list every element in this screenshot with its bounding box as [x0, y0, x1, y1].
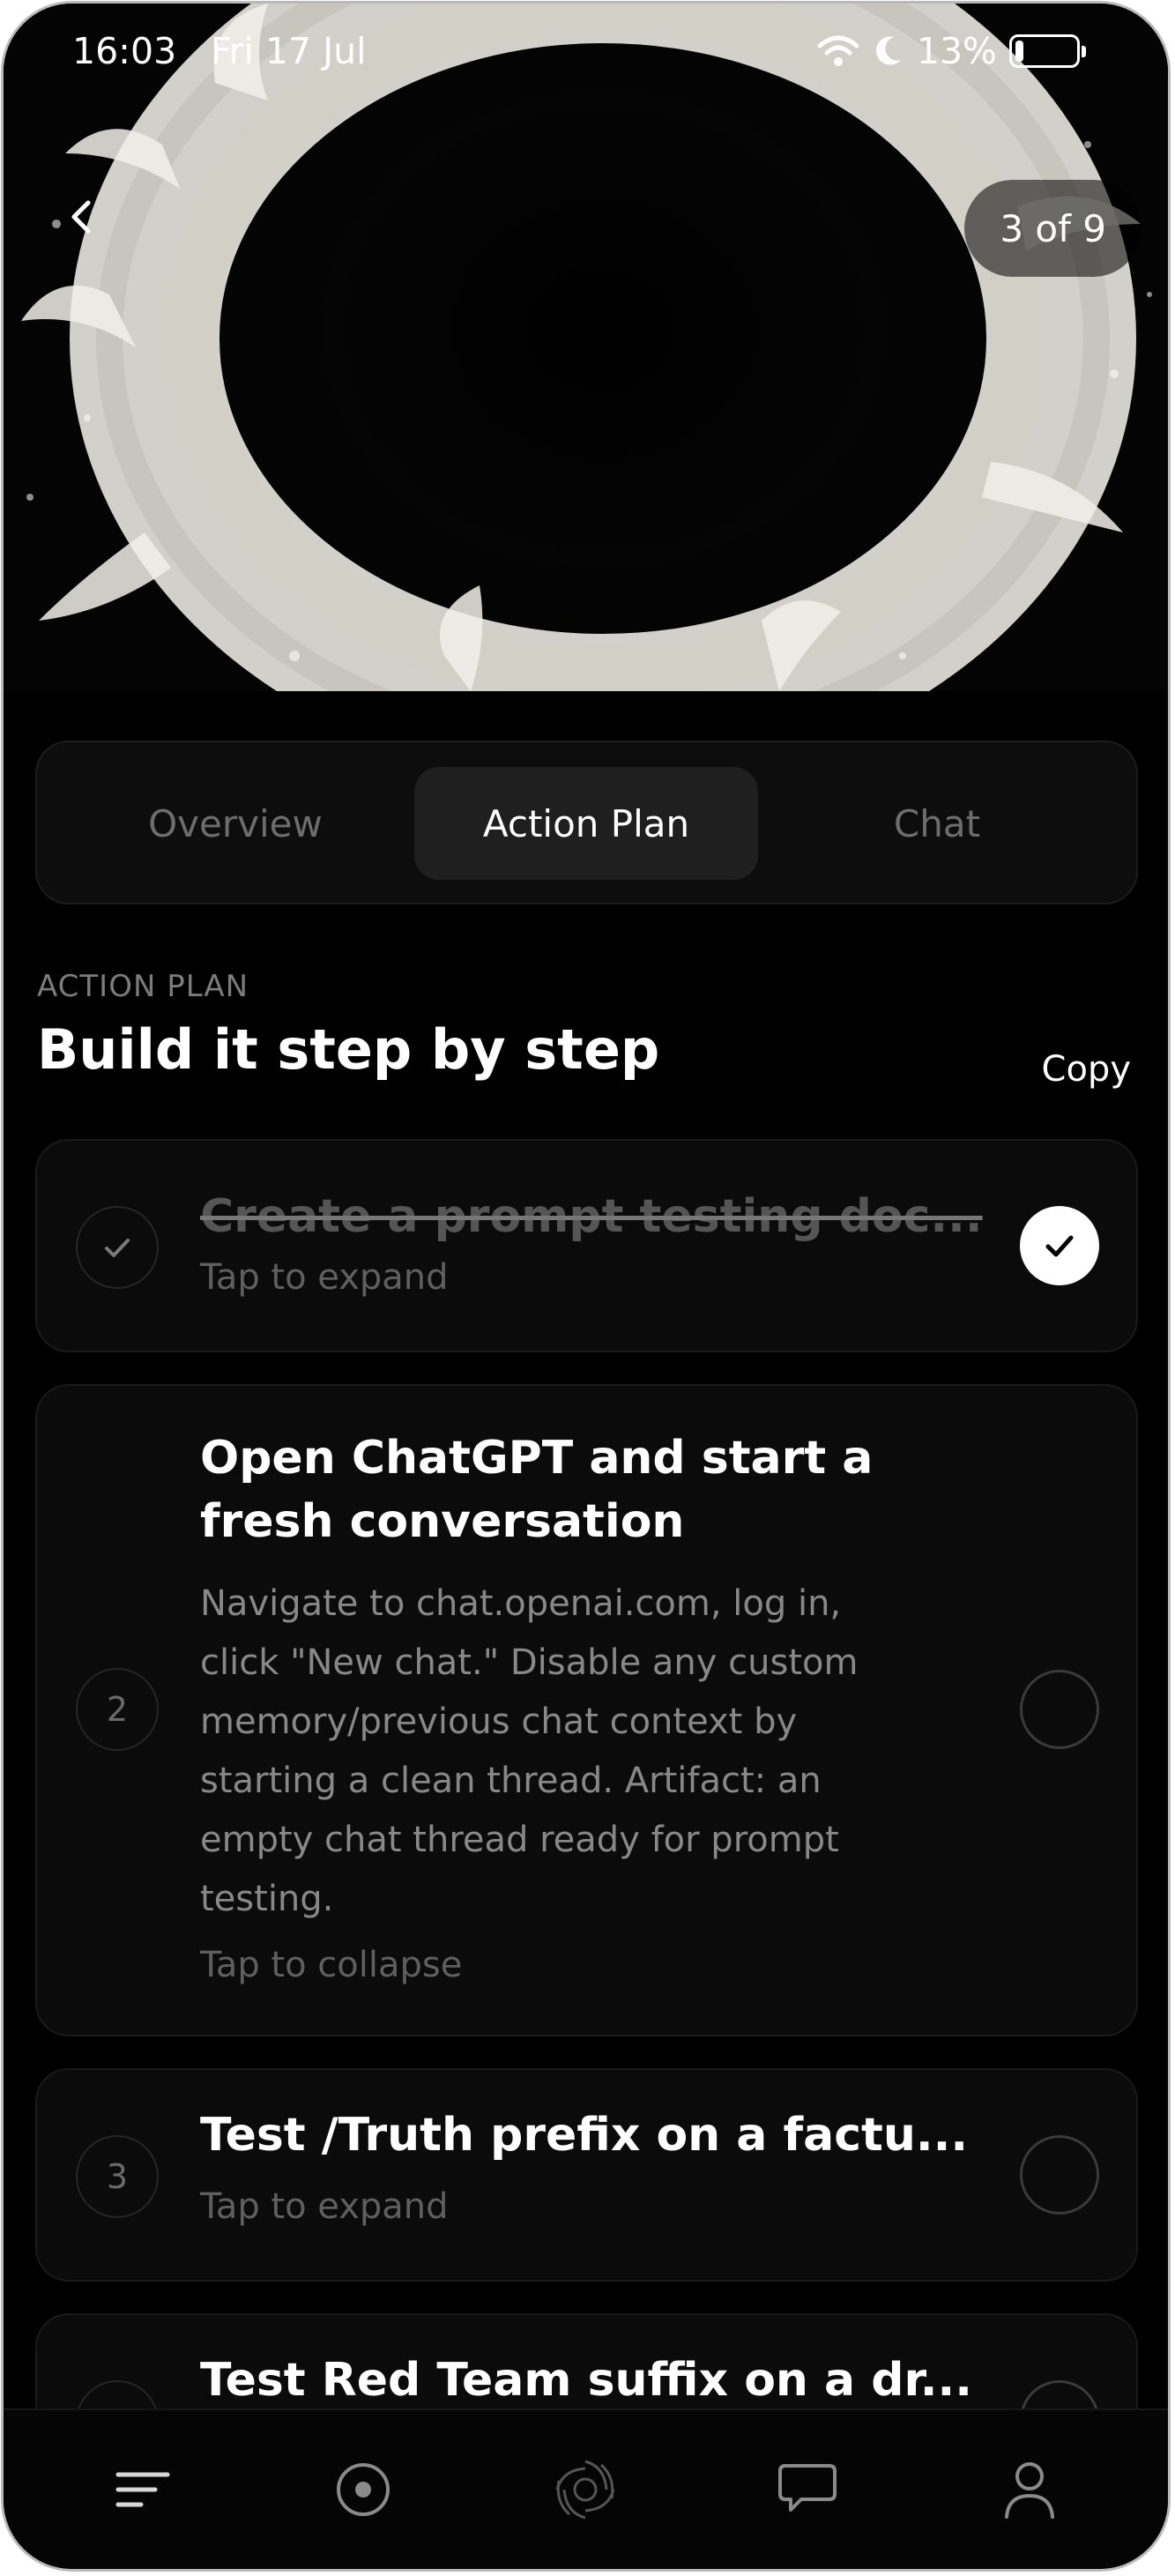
chevron-left-icon: [71, 200, 91, 234]
battery-icon: [1009, 34, 1086, 68]
back-button[interactable]: [63, 197, 102, 236]
section-title: Build it step by step: [37, 1017, 660, 1082]
battery-percent: 13%: [916, 30, 997, 72]
step-title-line-1: Open ChatGPT and start a: [200, 1432, 874, 1485]
step-number-badge: 2: [76, 1668, 159, 1751]
step-card-3[interactable]: 3 Test /Truth prefix on a factu... Tap t…: [35, 2068, 1138, 2282]
step-complete-toggle[interactable]: [1020, 1206, 1099, 1285]
nav-chat[interactable]: [772, 2454, 843, 2525]
description-line: starting a clean thread. Artifact: an: [200, 1761, 822, 1801]
step-title: Test Red Team suffix on a dr...: [200, 2354, 972, 2407]
step-title: Create a prompt testing doc...: [200, 1190, 983, 1243]
target-icon: [337, 2463, 390, 2516]
nav-focus[interactable]: [328, 2454, 398, 2525]
step-title-line-2: fresh conversation: [200, 1495, 685, 1548]
step-hint: Tap to collapse: [200, 1945, 463, 1985]
phone-screen: 3 of 9 16:03 Fri 17 Jul 13% Overview Act…: [4, 4, 1168, 2569]
check-icon: [1045, 1235, 1074, 1257]
status-bar: 16:03 Fri 17 Jul 13%: [4, 4, 1168, 109]
step-hint: Tap to expand: [200, 1257, 449, 1298]
tab-action-plan[interactable]: Action Plan: [414, 767, 758, 880]
step-counter-text: 3 of 9: [1000, 206, 1106, 250]
nav-profile[interactable]: [994, 2454, 1065, 2525]
description-line: memory/previous chat context by: [200, 1701, 798, 1742]
bottom-nav: [4, 2408, 1168, 2569]
step-hint: Tap to expand: [200, 2186, 449, 2227]
nav-list[interactable]: [108, 2454, 178, 2525]
step-card-1[interactable]: Create a prompt testing doc... Tap to ex…: [35, 1139, 1138, 1352]
tab-chat[interactable]: Chat: [765, 767, 1109, 880]
status-time: 16:03: [72, 30, 177, 72]
moon-icon: [875, 36, 901, 65]
description-line: testing.: [200, 1879, 334, 1919]
battery-level: [1015, 41, 1023, 62]
tab-bar: Overview Action Plan Chat: [35, 741, 1138, 905]
step-number-badge: [76, 1206, 159, 1289]
tab-overview[interactable]: Overview: [63, 767, 407, 880]
step-counter-badge: 3 of 9: [964, 180, 1142, 277]
status-date: Fri 17 Jul: [211, 30, 367, 72]
tab-label: Chat: [893, 801, 981, 845]
step-title: Test /Truth prefix on a factu...: [200, 2109, 969, 2162]
list-icon: [115, 2472, 170, 2507]
tab-label: Action Plan: [482, 801, 690, 845]
step-complete-toggle[interactable]: [1020, 1670, 1099, 1749]
section-label: ACTION PLAN: [37, 969, 249, 1004]
tab-label: Overview: [148, 801, 323, 845]
step-complete-toggle[interactable]: [1020, 2135, 1099, 2215]
description-line: click "New chat." Disable any custom: [200, 1642, 859, 1683]
check-icon: [105, 1239, 130, 1257]
description-line: Navigate to chat.openai.com, log in,: [200, 1583, 842, 1624]
step-card-2[interactable]: 2 Open ChatGPT and start a fresh convers…: [35, 1384, 1138, 2036]
chat-bubble-icon: [778, 2464, 837, 2512]
step-description: Navigate to chat.openai.com, log in, cli…: [200, 1575, 976, 1929]
wifi-icon: [817, 35, 859, 66]
swirl-logo-icon: [555, 2460, 615, 2520]
copy-button[interactable]: Copy: [1042, 1049, 1131, 1090]
profile-icon: [1005, 2462, 1054, 2519]
description-line: empty chat thread ready for prompt: [200, 1820, 839, 1860]
step-number-badge: 3: [76, 2135, 159, 2218]
status-right: 13%: [816, 30, 1086, 72]
nav-home[interactable]: [550, 2454, 621, 2525]
